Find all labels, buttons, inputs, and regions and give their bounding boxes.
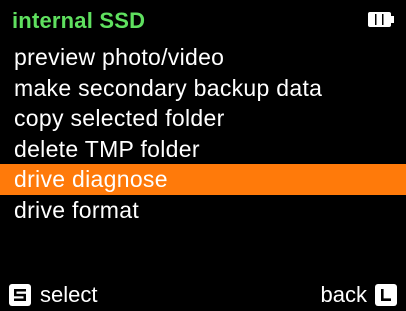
menu-item-drive-diagnose[interactable]: drive diagnose [0,164,406,195]
menu-item-make-secondary-backup[interactable]: make secondary backup data [0,73,406,104]
drive-title: internal SSD [12,8,146,33]
header-bar: internal SSD [0,0,406,42]
l-key-icon [375,284,397,306]
battery-full-icon [367,11,395,28]
back-label: back [320,282,367,307]
footer-bar: select back [0,279,406,311]
menu-item-preview-photo-video[interactable]: preview photo/video [0,42,406,73]
device-screen: internal SSD preview photo/video make se… [0,0,406,311]
menu-list: preview photo/video make secondary backu… [0,42,406,225]
back-hint[interactable]: back [321,282,397,308]
select-label: select [40,282,98,307]
s-key-icon [9,284,31,306]
select-hint[interactable]: select [9,282,97,308]
menu-item-delete-tmp-folder[interactable]: delete TMP folder [0,134,406,165]
menu-item-copy-selected-folder[interactable]: copy selected folder [0,103,406,134]
menu-item-drive-format[interactable]: drive format [0,195,406,226]
